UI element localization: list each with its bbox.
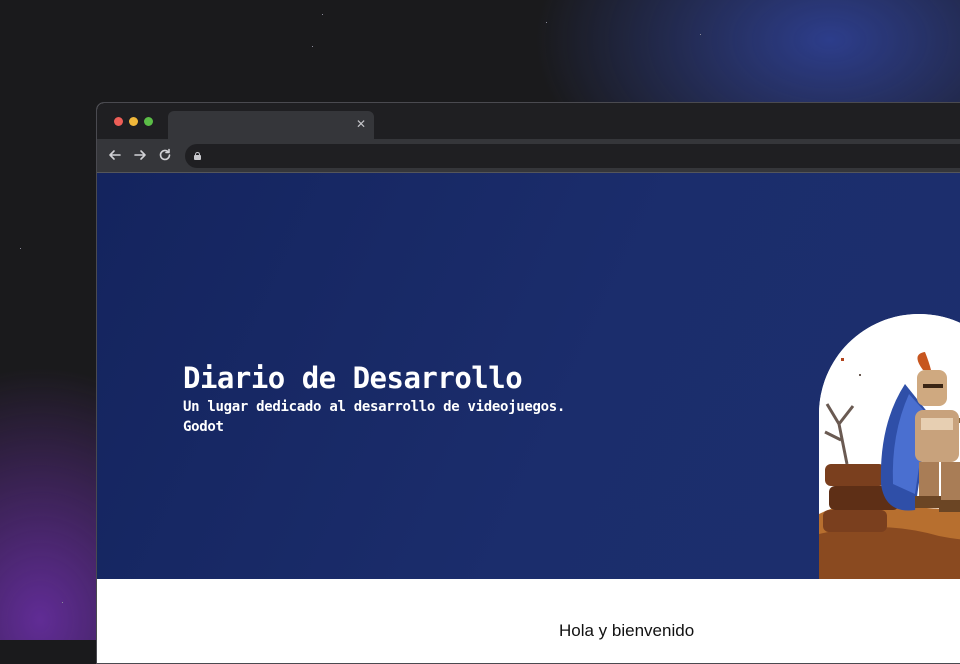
browser-toolbar bbox=[97, 139, 960, 173]
hero-tag: Godot bbox=[183, 419, 224, 435]
background-star bbox=[700, 34, 701, 35]
window-close-button[interactable] bbox=[114, 117, 123, 126]
knight-illustration bbox=[819, 314, 960, 580]
background-star bbox=[62, 602, 63, 603]
close-icon[interactable]: ✕ bbox=[354, 117, 368, 131]
window-maximize-button[interactable] bbox=[144, 117, 153, 126]
browser-tab[interactable]: ✕ bbox=[168, 111, 374, 139]
browser-window: ✕ Diario de Desarrollo Un lugar dedicado… bbox=[96, 102, 960, 664]
background-star bbox=[322, 14, 323, 15]
window-minimize-button[interactable] bbox=[129, 117, 138, 126]
reload-icon[interactable] bbox=[156, 146, 174, 164]
hero-subtitle: Un lugar dedicado al desarrollo de video… bbox=[183, 399, 566, 415]
welcome-heading: Hola y bienvenido bbox=[559, 621, 695, 640]
background-star bbox=[312, 46, 313, 47]
arrow-left-icon[interactable] bbox=[106, 146, 124, 164]
address-bar[interactable] bbox=[185, 144, 960, 168]
browser-titlebar: ✕ bbox=[97, 103, 960, 139]
background-star bbox=[546, 22, 547, 23]
hero-title: Diario de Desarrollo bbox=[183, 361, 523, 395]
hero-banner: Diario de Desarrollo Un lugar dedicado a… bbox=[97, 173, 960, 580]
main-content: Hola y bienvenido bbox=[97, 579, 960, 663]
background-star bbox=[20, 248, 21, 249]
arrow-right-icon[interactable] bbox=[131, 146, 149, 164]
lock-icon bbox=[194, 152, 201, 160]
